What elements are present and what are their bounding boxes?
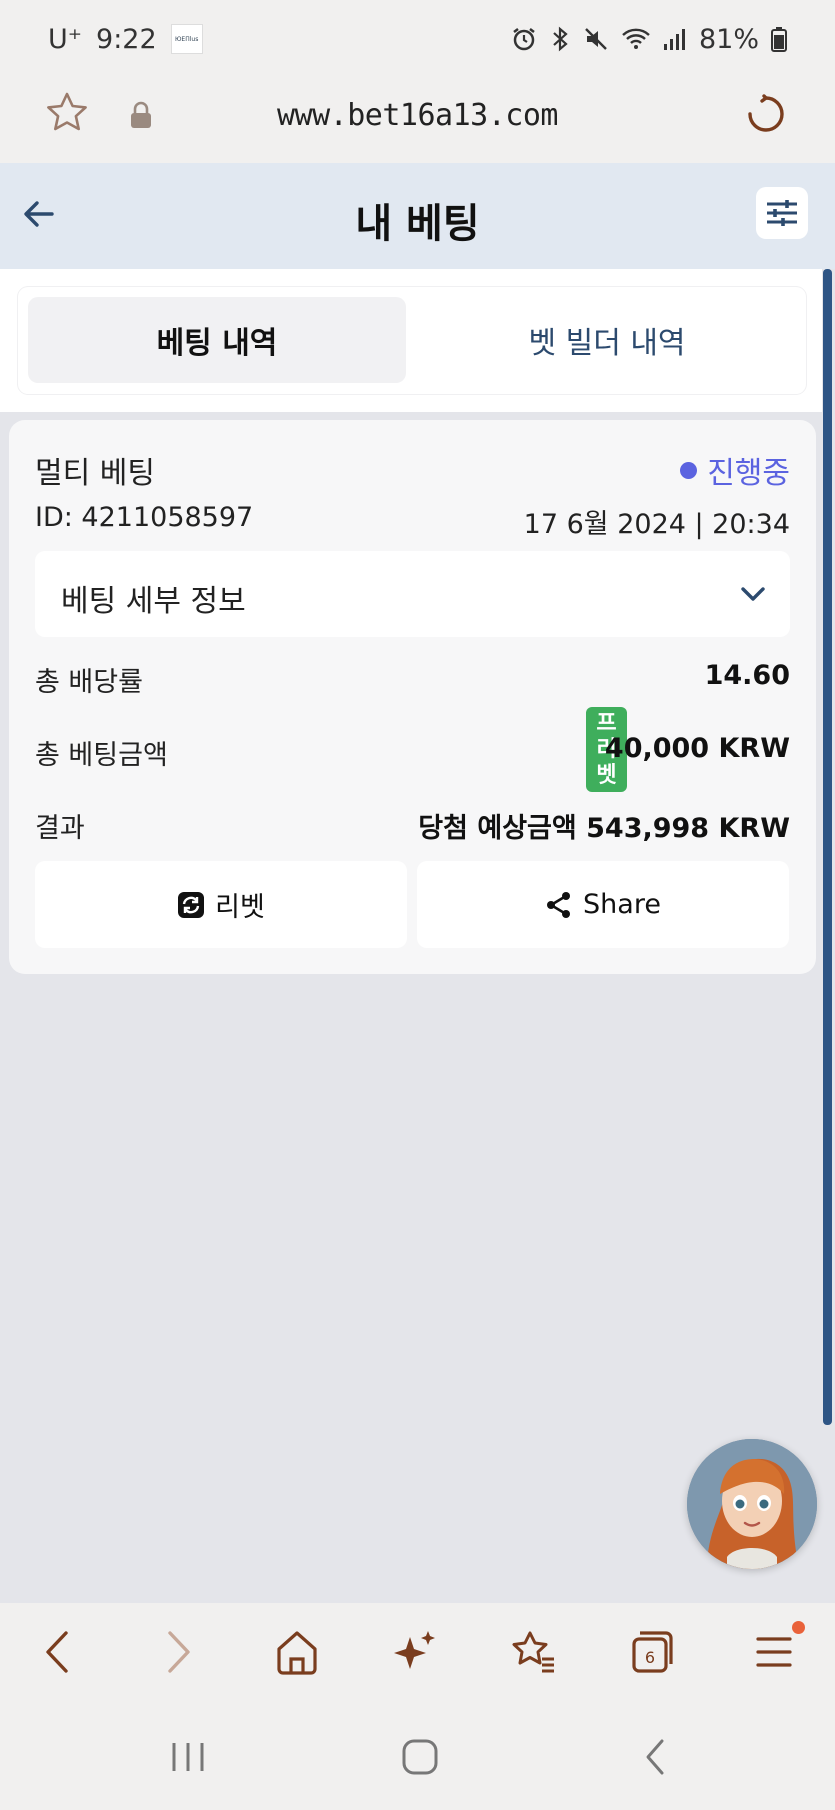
browser-bar: www.bet16a13.com bbox=[0, 78, 835, 163]
result-label: 결과 bbox=[35, 813, 85, 844]
total-stake-value: 40,000 KRW bbox=[604, 733, 790, 764]
forward-icon[interactable] bbox=[158, 1627, 198, 1681]
bet-details-dropdown[interactable]: 베팅 세부 정보 bbox=[35, 551, 790, 637]
battery-percent: 81% bbox=[698, 23, 759, 55]
result-value: 당첨 예상금액 543,998 KRW bbox=[418, 813, 790, 844]
bet-details-label: 베팅 세부 정보 bbox=[61, 584, 246, 619]
avatar-portrait-icon bbox=[687, 1439, 817, 1569]
home-icon[interactable] bbox=[274, 1627, 320, 1681]
bookmarks-icon[interactable] bbox=[510, 1627, 558, 1681]
total-odds-label: 총 배당률 bbox=[35, 667, 143, 698]
page-title: 내 베팅 bbox=[355, 201, 480, 247]
browser-toolbar: 6 bbox=[0, 1603, 835, 1705]
bet-datetime: 17 6월 2024 | 20:34 bbox=[523, 509, 790, 540]
bluetooth-icon bbox=[553, 26, 568, 52]
bet-card: 멀티 베팅 진행중 ID: 4211058597 17 6월 2024 | 20… bbox=[9, 420, 816, 974]
wifi-icon bbox=[622, 28, 650, 49]
home-nav-icon[interactable] bbox=[400, 1737, 440, 1781]
bet-type: 멀티 베팅 bbox=[35, 456, 155, 491]
tab-bar: 베팅 내역 벳 빌더 내역 bbox=[18, 287, 806, 394]
tabs-icon[interactable]: 6 bbox=[630, 1627, 676, 1681]
status-label: 진행중 bbox=[707, 456, 790, 491]
status-dot-icon bbox=[680, 461, 698, 479]
status-bar: U⁺ 9:22 ЮЕПlus 81% bbox=[0, 0, 835, 78]
status-left: U⁺ 9:22 ЮЕПlus bbox=[48, 24, 203, 55]
tabs-area: 베팅 내역 벳 빌더 내역 bbox=[0, 269, 822, 412]
app-header: 내 베팅 bbox=[0, 163, 835, 269]
tabs-count: 6 bbox=[645, 1648, 655, 1667]
bet-id: ID: 4211058597 bbox=[35, 502, 254, 533]
signal-icon bbox=[663, 29, 685, 50]
battery-icon bbox=[771, 27, 787, 52]
recent-apps-icon[interactable] bbox=[168, 1737, 208, 1781]
share-icon bbox=[547, 891, 571, 918]
assistant-avatar[interactable] bbox=[687, 1439, 817, 1569]
carrier-logo-text: ЮЕПlus bbox=[174, 35, 199, 43]
tab-bet-history[interactable]: 베팅 내역 bbox=[28, 297, 406, 383]
reload-icon[interactable] bbox=[742, 92, 786, 140]
rebet-button[interactable]: 리벳 bbox=[35, 861, 407, 948]
clock: 9:22 bbox=[96, 23, 157, 55]
filter-sliders-icon bbox=[767, 200, 797, 226]
carrier-logo-icon: ЮЕПlus bbox=[170, 24, 203, 54]
status-right: 81% bbox=[511, 24, 787, 55]
filter-button[interactable] bbox=[756, 187, 808, 239]
share-label: Share bbox=[583, 889, 661, 920]
total-stake-label: 총 베팅금액 bbox=[35, 740, 168, 771]
freebet-char: 벳 bbox=[596, 762, 617, 788]
tab-bet-builder-history[interactable]: 벳 빌더 내역 bbox=[418, 297, 796, 383]
url-field[interactable]: www.bet16a13.com bbox=[0, 98, 835, 133]
back-icon[interactable] bbox=[38, 1627, 78, 1681]
total-odds-value: 14.60 bbox=[704, 660, 790, 691]
sparkle-icon[interactable] bbox=[392, 1627, 438, 1681]
share-button[interactable]: Share bbox=[417, 861, 789, 948]
notification-dot bbox=[792, 1621, 805, 1634]
mute-icon bbox=[585, 28, 607, 50]
status-badge: 진행중 bbox=[680, 448, 790, 492]
menu-icon[interactable] bbox=[754, 1627, 794, 1681]
chevron-down-icon bbox=[738, 579, 768, 613]
refresh-icon bbox=[178, 891, 205, 918]
rebet-label: 리벳 bbox=[215, 892, 265, 923]
system-nav-bar bbox=[0, 1705, 835, 1810]
scrollbar[interactable] bbox=[823, 269, 832, 1425]
back-nav-icon[interactable] bbox=[636, 1737, 676, 1781]
alarm-icon bbox=[513, 28, 535, 51]
carrier-label: U⁺ bbox=[48, 23, 83, 55]
